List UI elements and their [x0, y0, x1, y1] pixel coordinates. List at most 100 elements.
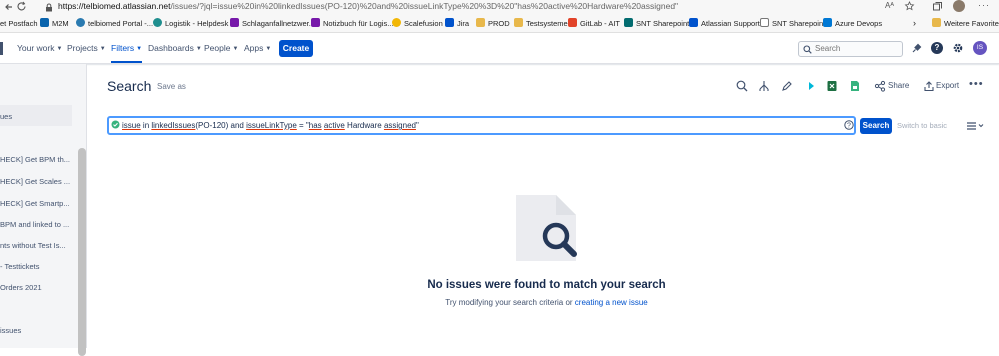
global-search[interactable]	[798, 41, 903, 57]
sidebar-item[interactable]: BPM and linked to ...	[0, 220, 69, 229]
page-icon	[760, 18, 769, 27]
help-icon[interactable]: ?	[931, 42, 943, 54]
valid-check-icon	[111, 120, 120, 129]
top-navigation: Your work ▼ Projects ▼ Filters ▼ Dashboards…	[0, 33, 999, 64]
helpdesk-icon	[153, 18, 162, 27]
chevron-down-icon: ▼	[99, 46, 106, 52]
favorite-item[interactable]: telbiomed Portal -...	[76, 17, 153, 30]
lock-icon	[46, 3, 52, 12]
share-button[interactable]: Share	[888, 81, 909, 90]
gitlab-icon	[568, 18, 577, 27]
nav-dashboards[interactable]: Dashboards ▼	[148, 43, 202, 53]
sidebar-item[interactable]: - Testtickets	[0, 262, 39, 271]
sidebar-item[interactable]: HECK] Get Scales ...	[0, 177, 70, 186]
nav-filters[interactable]: Filters ▼	[111, 43, 142, 53]
switch-to-basic-link[interactable]: Switch to basic	[897, 121, 947, 130]
search-button[interactable]: Search	[860, 118, 892, 134]
chevron-down-icon: ▼	[195, 46, 202, 52]
favorite-item[interactable]: Schlaganfallnetzwer...	[230, 17, 315, 30]
share-icon[interactable]	[874, 80, 886, 92]
favorite-item[interactable]: Azure Devops	[823, 17, 882, 30]
chevron-down-icon: ▼	[232, 46, 239, 52]
browser-address-bar: https://telbiomed.atlassian.net/issues/?…	[0, 0, 999, 14]
search-icon	[803, 45, 812, 54]
favorite-item[interactable]: SNT Sharepoint	[760, 17, 825, 30]
favorite-item[interactable]: et Postfach	[0, 17, 38, 30]
favorite-item[interactable]: SNT Sharepoint	[624, 17, 689, 30]
more-options-icon[interactable]: •••	[969, 78, 984, 90]
nav-people[interactable]: People ▼	[204, 43, 238, 53]
jql-editor[interactable]: issue in linkedIssues(PO-120) and issueL…	[107, 116, 856, 135]
collections-icon[interactable]	[932, 1, 943, 12]
empty-search-illustration-icon	[516, 195, 577, 261]
sharepoint-icon	[624, 18, 633, 27]
favorite-item[interactable]: Scalefusion	[392, 17, 443, 30]
chevron-right-icon[interactable]: ›	[913, 17, 916, 30]
sidebar-scrollbar[interactable]	[78, 148, 86, 356]
read-aloud-icon[interactable]: Aᴬ	[885, 1, 894, 10]
profile-avatar[interactable]	[953, 0, 965, 12]
search-icon[interactable]	[735, 79, 749, 93]
portal-icon	[76, 18, 85, 27]
notifications-icon[interactable]	[911, 43, 922, 54]
svg-text:?: ?	[847, 123, 851, 130]
scalefusion-icon	[392, 18, 401, 27]
view-list-icon[interactable]	[967, 121, 985, 131]
mail-icon	[40, 18, 49, 27]
refresh-icon[interactable]	[16, 1, 27, 12]
empty-state-title: No issues were found to match your searc…	[427, 279, 666, 291]
chevron-down-icon: ▼	[265, 46, 272, 52]
spreadsheet-icon[interactable]	[848, 79, 862, 93]
app-switcher-edge[interactable]	[0, 42, 3, 55]
folder-icon	[514, 18, 523, 27]
jql-help-icon[interactable]: ?	[844, 120, 854, 130]
onenote-icon	[230, 18, 239, 27]
atlassian-icon	[689, 18, 698, 27]
back-icon[interactable]	[4, 2, 14, 12]
save-as-button[interactable]: Save as	[157, 82, 186, 91]
settings-gear-icon[interactable]	[952, 42, 964, 54]
create-button[interactable]: Create	[279, 40, 313, 57]
favorite-item[interactable]: Testsysteme	[514, 17, 568, 30]
favorite-item[interactable]: Atlassian Support	[689, 17, 760, 30]
azure-devops-icon	[823, 18, 832, 27]
sidebar-item[interactable]: HECK] Get Smartp...	[0, 199, 70, 208]
page-title: Search	[107, 78, 152, 94]
other-favorites[interactable]: Weitere Favoriten	[932, 17, 999, 30]
active-nav-indicator	[111, 61, 142, 63]
search-input[interactable]	[815, 44, 900, 53]
favorites-bar: et Postfach M2M telbiomed Portal -... Lo…	[0, 14, 999, 33]
sidebar-item[interactable]: HECK] Get BPM th...	[0, 155, 70, 164]
hierarchy-icon[interactable]	[757, 79, 771, 93]
play-icon[interactable]	[804, 79, 818, 93]
export-button[interactable]: Export	[936, 81, 959, 90]
sidebar-item[interactable]: issues	[0, 326, 21, 335]
jql-query-text[interactable]: issue in linkedIssues(PO-120) and issueL…	[122, 121, 419, 130]
favorite-item[interactable]: Notizbuch für Logis...	[311, 17, 393, 30]
edit-icon[interactable]	[780, 79, 794, 93]
favorite-item[interactable]: GitLab - AIT	[568, 17, 620, 30]
sidebar-item[interactable]: ues	[0, 112, 12, 121]
favorite-item[interactable]: Logistik - Helpdesk	[153, 17, 228, 30]
chevron-down-icon: ▼	[56, 46, 63, 52]
favorite-item[interactable]: M2M	[40, 17, 69, 30]
folder-icon	[476, 18, 485, 27]
favorite-item[interactable]: PROD	[476, 17, 510, 30]
create-issue-link[interactable]: creating a new issue	[575, 298, 648, 307]
nav-your-work[interactable]: Your work ▼	[17, 43, 62, 53]
sidebar-item[interactable]: nts without Test Is...	[0, 241, 66, 250]
avatar[interactable]: IS	[973, 41, 987, 55]
folder-icon	[932, 18, 941, 27]
empty-state-subtitle: Try modifying your search criteria or cr…	[445, 298, 648, 307]
favorite-star-icon[interactable]	[904, 1, 915, 12]
favorite-item[interactable]: Jira	[445, 17, 469, 30]
excel-icon[interactable]	[825, 79, 839, 93]
nav-projects[interactable]: Projects ▼	[67, 43, 106, 53]
jira-icon	[445, 18, 454, 27]
onenote-icon	[311, 18, 320, 27]
nav-apps[interactable]: Apps ▼	[244, 43, 271, 53]
address-field[interactable]: https://telbiomed.atlassian.net/issues/?…	[58, 1, 678, 11]
export-icon[interactable]	[923, 80, 935, 92]
chevron-down-icon: ▼	[136, 46, 143, 52]
more-icon[interactable]: ···	[978, 0, 990, 10]
